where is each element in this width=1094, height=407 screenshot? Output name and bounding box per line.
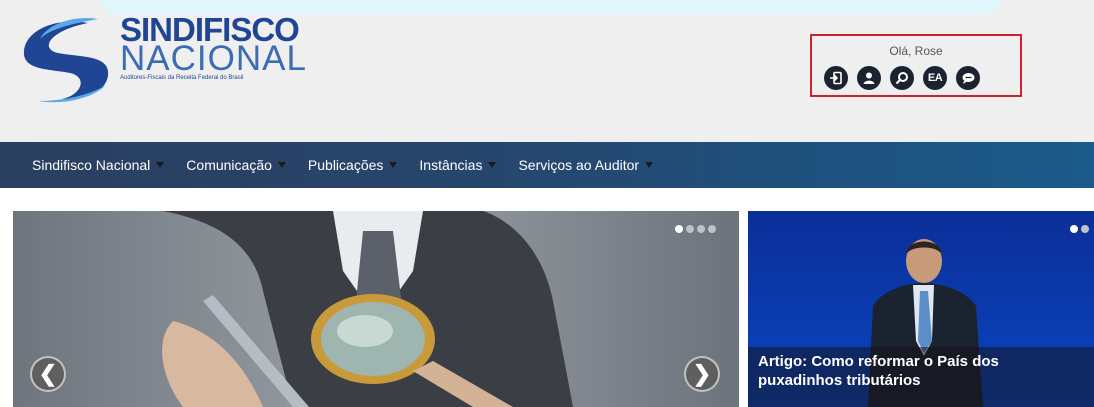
caret-down-icon xyxy=(277,162,286,168)
side-slider-dots xyxy=(1070,225,1089,233)
slider-dot[interactable] xyxy=(1081,225,1089,233)
slider-dot[interactable] xyxy=(675,225,683,233)
site-logo[interactable]: SINDIFISCO NACIONAL Auditores-Fiscais da… xyxy=(18,13,306,105)
slide-caption-text: Artigo: Como reformar o País dos puxadin… xyxy=(758,353,999,389)
slider-dots xyxy=(675,225,716,233)
main-nav: Sindifisco Nacional Comunicação Publicaç… xyxy=(0,142,1094,188)
slide-image[interactable] xyxy=(13,211,739,407)
site-header: SINDIFISCO NACIONAL Auditores-Fiscais da… xyxy=(0,0,1094,142)
slider-next-button[interactable]: ❯ xyxy=(684,356,720,392)
nav-item-label: Comunicação xyxy=(186,157,272,173)
user-greeting: Olá, Rose xyxy=(889,44,943,58)
caret-down-icon xyxy=(488,162,497,168)
nav-item-servicos-ao-auditor[interactable]: Serviços ao Auditor xyxy=(518,157,654,173)
chat-icon[interactable] xyxy=(956,66,980,90)
nav-item-instancias[interactable]: Instâncias xyxy=(419,157,497,173)
nav-item-label: Publicações xyxy=(307,157,384,173)
logo-swoosh-icon xyxy=(23,17,109,103)
profile-icon[interactable] xyxy=(857,66,881,90)
slider-dot[interactable] xyxy=(708,225,716,233)
nav-item-publicacoes[interactable]: Publicações xyxy=(308,157,398,173)
slider-dot[interactable] xyxy=(697,225,705,233)
caret-down-icon xyxy=(389,162,398,168)
caret-down-icon xyxy=(156,162,165,168)
caret-down-icon xyxy=(645,162,654,168)
slider-prev-button[interactable]: ❮ xyxy=(30,356,66,392)
logo-subtitle: NACIONAL xyxy=(120,39,307,78)
side-slider: Artigo: Como reformar o País dos puxadin… xyxy=(748,211,1094,407)
nav-item-label: Sindifisco Nacional xyxy=(32,157,151,173)
ea-icon[interactable]: EA xyxy=(923,66,947,90)
nav-item-sindifisco-nacional[interactable]: Sindifisco Nacional xyxy=(32,157,165,173)
slider-dot[interactable] xyxy=(686,225,694,233)
chevron-left-icon: ❮ xyxy=(38,361,58,386)
user-panel: Olá, Rose EA xyxy=(810,34,1022,97)
logout-icon[interactable] xyxy=(824,66,848,90)
nav-item-label: Instâncias xyxy=(419,157,483,173)
logo-text: SINDIFISCO NACIONAL Auditores-Fiscais da… xyxy=(120,13,307,81)
slide-caption[interactable]: Artigo: Como reformar o País dos puxadin… xyxy=(748,347,1094,407)
nav-item-comunicacao[interactable]: Comunicação xyxy=(186,157,286,173)
slider-dot[interactable] xyxy=(1070,225,1078,233)
chevron-right-icon: ❯ xyxy=(692,361,712,386)
user-icon-bar: EA xyxy=(824,66,980,90)
nav-item-label: Serviços ao Auditor xyxy=(518,157,640,173)
nav-list: Sindifisco Nacional Comunicação Publicaç… xyxy=(32,142,675,188)
main-slider: ❮ ❯ xyxy=(13,211,739,407)
search-icon[interactable] xyxy=(890,66,914,90)
